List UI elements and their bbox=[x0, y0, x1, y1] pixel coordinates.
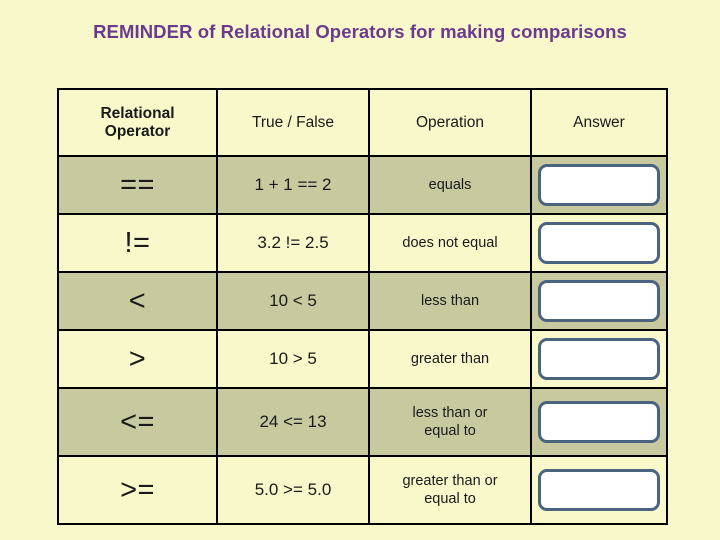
cell-operation-line1: greater than or bbox=[402, 472, 498, 489]
cell-operation-line1: less than or bbox=[412, 404, 488, 421]
cell-answer bbox=[530, 155, 668, 215]
cell-operator: > bbox=[57, 329, 218, 389]
cell-true-false: 1 + 1 == 2 bbox=[216, 155, 370, 215]
column-header-true-false: True / False bbox=[216, 88, 370, 157]
table-row: <= 24 <= 13 less than or equal to bbox=[57, 387, 668, 457]
cell-answer bbox=[530, 213, 668, 273]
cell-true-false: 10 < 5 bbox=[216, 271, 370, 331]
cell-operation: greater than or equal to bbox=[368, 455, 532, 525]
cell-operator: >= bbox=[57, 455, 218, 525]
answer-input-box[interactable] bbox=[538, 469, 660, 511]
cell-operation: less than bbox=[368, 271, 532, 331]
cell-operation-line2: equal to bbox=[424, 423, 476, 439]
cell-answer bbox=[530, 329, 668, 389]
answer-input-box[interactable] bbox=[538, 401, 660, 443]
column-header-operation: Operation bbox=[368, 88, 532, 157]
cell-operation-line1: does not equal bbox=[402, 234, 498, 251]
answer-input-box[interactable] bbox=[538, 338, 660, 380]
cell-operator: != bbox=[57, 213, 218, 273]
page-title: REMINDER of Relational Operators for mak… bbox=[93, 21, 627, 42]
answer-input-box[interactable] bbox=[538, 222, 660, 264]
answer-input-box[interactable] bbox=[538, 280, 660, 322]
table-header-row: Relational Operator True / False Operati… bbox=[57, 88, 668, 157]
cell-operator: < bbox=[57, 271, 218, 331]
answer-input-box[interactable] bbox=[538, 164, 660, 206]
cell-operation: does not equal bbox=[368, 213, 532, 273]
column-header-relational-operator-line2: Operator bbox=[104, 122, 171, 140]
cell-true-false: 10 > 5 bbox=[216, 329, 370, 389]
cell-operation: equals bbox=[368, 155, 532, 215]
cell-operation-line2: equal to bbox=[424, 491, 476, 507]
relational-operators-table: Relational Operator True / False Operati… bbox=[57, 88, 668, 525]
table-row: > 10 > 5 greater than bbox=[57, 329, 668, 389]
cell-answer bbox=[530, 271, 668, 331]
table-row: != 3.2 != 2.5 does not equal bbox=[57, 213, 668, 273]
cell-true-false: 3.2 != 2.5 bbox=[216, 213, 370, 273]
cell-operation-line1: greater than bbox=[410, 350, 490, 367]
table-row: == 1 + 1 == 2 equals bbox=[57, 155, 668, 215]
table-row: >= 5.0 >= 5.0 greater than or equal to bbox=[57, 455, 668, 525]
column-header-answer: Answer bbox=[530, 88, 668, 157]
cell-operation: less than or equal to bbox=[368, 387, 532, 457]
cell-true-false: 5.0 >= 5.0 bbox=[216, 455, 370, 525]
cell-operator: <= bbox=[57, 387, 218, 457]
cell-answer bbox=[530, 455, 668, 525]
slide-canvas: REMINDER of Relational Operators for mak… bbox=[0, 0, 720, 540]
cell-operation-line1: equals bbox=[428, 176, 472, 193]
cell-operator: == bbox=[57, 155, 218, 215]
cell-operation-line1: less than bbox=[420, 292, 480, 309]
column-header-relational-operator-line1: Relational bbox=[100, 104, 175, 122]
relational-operators-table-wrapper: Relational Operator True / False Operati… bbox=[57, 88, 668, 525]
cell-answer bbox=[530, 387, 668, 457]
column-header-relational-operator: Relational Operator bbox=[57, 88, 218, 157]
table-row: < 10 < 5 less than bbox=[57, 271, 668, 331]
cell-true-false: 24 <= 13 bbox=[216, 387, 370, 457]
cell-operation: greater than bbox=[368, 329, 532, 389]
